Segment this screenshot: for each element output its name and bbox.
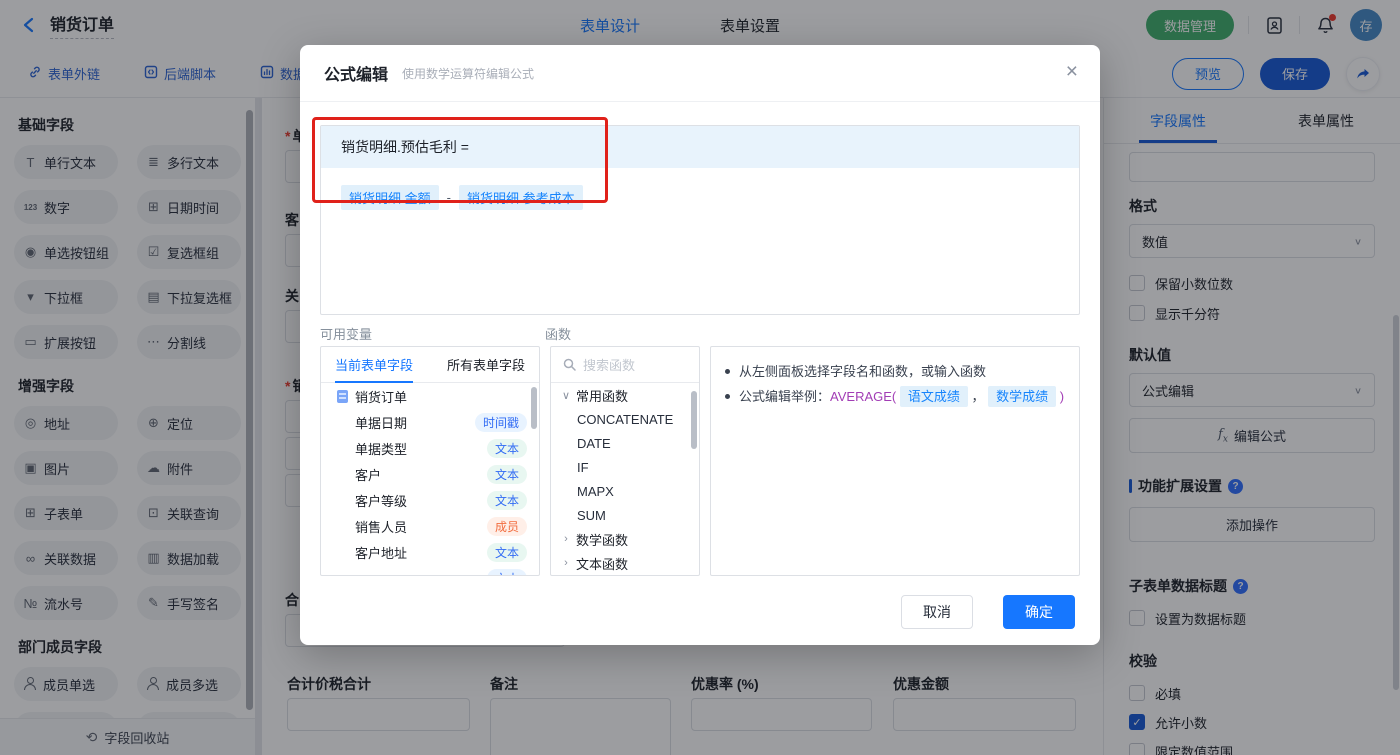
formula-editor-dialog: 公式编辑 使用数学运算符编辑公式 × 销货明细.预估毛利 = 销货明细.金额 - 销… bbox=[300, 45, 1100, 645]
variables-tab-2[interactable]: 所有表单字段 bbox=[447, 347, 525, 383]
variable-field-row[interactable]: 客户等级 文本 bbox=[321, 487, 539, 513]
function-item-MAPX[interactable]: MAPX bbox=[551, 479, 699, 503]
formula-field-chip[interactable]: 销货明细.金额 bbox=[341, 185, 439, 210]
variable-field-row[interactable]: 单据类型 文本 bbox=[321, 435, 539, 461]
cancel-button[interactable]: 取消 bbox=[901, 595, 973, 629]
function-group-label: 数学函数 bbox=[576, 532, 629, 548]
function-group-数学函数[interactable]: › 数学函数 bbox=[551, 527, 699, 551]
dialog-title: 公式编辑 bbox=[324, 67, 389, 84]
variable-field-name: 客户 bbox=[355, 467, 382, 483]
variable-field-name: 单据类型 bbox=[355, 441, 408, 457]
variable-type-badge: 文本 bbox=[486, 490, 527, 510]
example-field-chip: 语文成绩 bbox=[899, 386, 968, 407]
variable-type-badge: 文本 bbox=[486, 438, 527, 458]
search-icon bbox=[563, 358, 576, 371]
variables-scrollbar[interactable] bbox=[531, 387, 537, 429]
variable-field-name: 销售人员 bbox=[355, 519, 408, 535]
dialog-header: 公式编辑 使用数学运算符编辑公式 bbox=[300, 45, 1100, 102]
bullet-dot bbox=[725, 394, 730, 399]
functions-list: ∨ 常用函数 CONCATENATE DATE IF MAPX SUM › 数学函数 › 文本函数 bbox=[551, 383, 699, 575]
variables-tab-1[interactable]: 当前表单字段 bbox=[335, 347, 414, 383]
function-group-label: 常用函数 bbox=[576, 388, 629, 404]
variable-root-label: 销货订单 bbox=[355, 389, 408, 405]
form-doc-icon bbox=[337, 389, 348, 403]
variable-type-badge: 文本 bbox=[486, 464, 527, 484]
chevron-down-icon: ∨ bbox=[561, 389, 571, 402]
confirm-button[interactable]: 确定 bbox=[1003, 595, 1075, 629]
function-item-SUM[interactable]: SUM bbox=[551, 503, 699, 527]
variables-label: 可用变量 bbox=[320, 327, 373, 342]
formula-expression: 销货明细.金额 - 销货明细.参考成本 bbox=[321, 168, 1079, 227]
example-function-name: AVERAGE( bbox=[830, 389, 897, 404]
hint-line-2: 公式编辑举例：AVERAGE( 语文成绩 ， 数学成绩 ) bbox=[725, 384, 1065, 409]
variables-pane: 当前表单字段 所有表单字段 销货订单 单据日期 时间戳 单据类型 文本 客户 文本 客户等级 文本… bbox=[320, 346, 540, 576]
variable-type-badge: 时间戳 bbox=[474, 412, 527, 432]
formula-field-chip[interactable]: 销货明细.参考成本 bbox=[458, 185, 583, 210]
variable-field-name: 客户等级 bbox=[355, 493, 408, 509]
variables-list: 销货订单单据日期时间戳单据类型文本客户文本客户等级文本销售人员成员客户地址文本文… bbox=[321, 383, 539, 575]
function-group-label: 文本函数 bbox=[576, 556, 629, 572]
variable-type-badge: 文本 bbox=[486, 542, 527, 562]
function-item-IF[interactable]: IF bbox=[551, 455, 699, 479]
functions-scrollbar[interactable] bbox=[691, 391, 697, 449]
function-group-常用函数[interactable]: ∨ 常用函数 bbox=[551, 383, 699, 407]
variable-type-badge: 文本 bbox=[486, 568, 527, 575]
variable-field-row[interactable]: 文本 bbox=[321, 565, 539, 575]
formula-editor-area[interactable]: 销货明细.预估毛利 = 销货明细.金额 - 销货明细.参考成本 bbox=[320, 125, 1080, 315]
variable-field-row[interactable]: 销售人员 成员 bbox=[321, 513, 539, 539]
chevron-right-icon: › bbox=[564, 533, 568, 545]
app-root: 销货订单 表单设计表单设置 数据管理 存 表单外链后端脚本数据权 预览 保存 bbox=[0, 0, 1400, 755]
chevron-right-icon: › bbox=[564, 557, 568, 569]
variable-field-name: 客户地址 bbox=[355, 545, 408, 561]
function-search-input[interactable]: 搜索函数 bbox=[551, 347, 699, 383]
functions-pane: 搜索函数 ∨ 常用函数 CONCATENATE DATE IF MAPX SUM › 数学函数 ›… bbox=[550, 346, 700, 576]
functions-label: 函数 bbox=[545, 327, 572, 342]
formula-operator: - bbox=[446, 190, 451, 205]
function-item-CONCATENATE[interactable]: CONCATENATE bbox=[551, 407, 699, 431]
variables-tabs: 当前表单字段 所有表单字段 bbox=[321, 347, 539, 383]
function-item-DATE[interactable]: DATE bbox=[551, 431, 699, 455]
variable-field-row[interactable]: 客户地址 文本 bbox=[321, 539, 539, 565]
close-icon[interactable]: × bbox=[1066, 61, 1078, 82]
variable-field-row[interactable]: 单据日期 时间戳 bbox=[321, 409, 539, 435]
search-placeholder: 搜索函数 bbox=[583, 358, 636, 373]
formula-target-line: 销货明细.预估毛利 = bbox=[321, 126, 1079, 168]
variable-field-name: 单据日期 bbox=[355, 415, 408, 431]
variable-type-badge: 成员 bbox=[486, 516, 527, 536]
formula-hint-pane: 从左侧面板选择字段名和函数，或输入函数 公式编辑举例：AVERAGE( 语文成绩… bbox=[710, 346, 1080, 576]
dialog-subtitle: 使用数学运算符编辑公式 bbox=[402, 66, 535, 81]
variable-field-row[interactable]: 客户 文本 bbox=[321, 461, 539, 487]
bullet-dot bbox=[725, 369, 730, 374]
hint-line-1: 从左侧面板选择字段名和函数，或输入函数 bbox=[725, 359, 1065, 384]
example-field-chip: 数学成绩 bbox=[988, 386, 1057, 407]
variable-root-node[interactable]: 销货订单 bbox=[321, 383, 539, 409]
function-group-文本函数[interactable]: › 文本函数 bbox=[551, 551, 699, 575]
